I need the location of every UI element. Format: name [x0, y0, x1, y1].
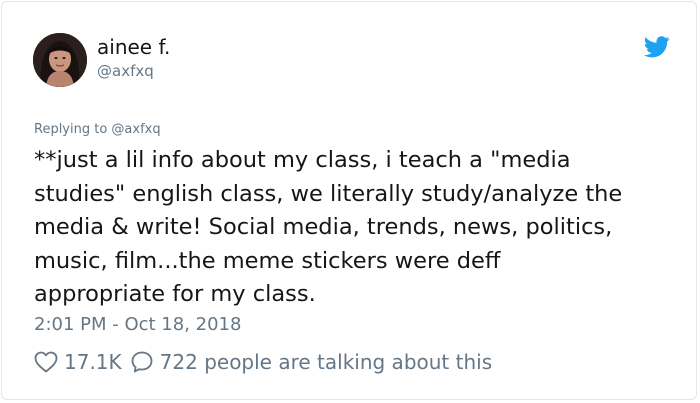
speech-bubble-icon[interactable] — [130, 350, 154, 374]
talking-about-link[interactable]: 722 people are talking about this — [160, 350, 492, 374]
tweet-timestamp[interactable]: 2:01 PM - Oct 18, 2018 — [34, 314, 241, 336]
twitter-bird-icon[interactable] — [643, 36, 670, 58]
user-handle[interactable]: @axfxq — [97, 62, 154, 80]
like-count[interactable]: 17.1K — [64, 350, 122, 374]
tweet-text-line: music, film...the meme stickers were def… — [34, 247, 501, 274]
tweet-text-line: appropriate for my class. — [34, 281, 316, 308]
heart-icon[interactable] — [34, 351, 58, 373]
tweet-actions: 17.1K 722 people are talking about this — [34, 348, 492, 376]
display-name[interactable]: ainee f. — [97, 35, 170, 59]
tweet-text: **just a lil info about my class, i teac… — [34, 144, 684, 312]
avatar[interactable] — [33, 33, 87, 87]
tweet-text-line: **just a lil info about my class, i teac… — [34, 147, 571, 173]
tweet-text-line: media & write! Social media, trends, new… — [34, 214, 613, 241]
user-avatar-photo — [33, 33, 87, 87]
replying-to-label: Replying to @axfxq — [34, 122, 161, 137]
tweet-card: ainee f. @axfxq Replying to @axfxq **jus… — [1, 1, 697, 400]
tweet-text-line: studies" english class, we literally stu… — [34, 180, 623, 207]
